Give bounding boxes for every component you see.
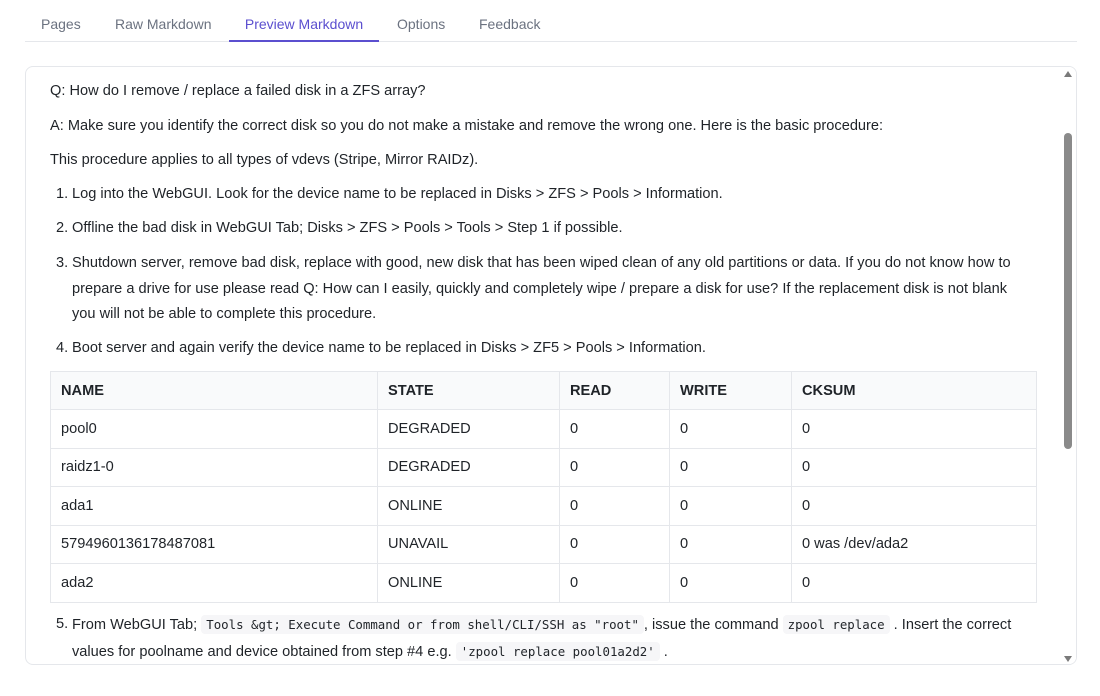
table-cell: 0 (559, 563, 670, 603)
list-number: 3. (56, 255, 69, 271)
table-cell: 0 (791, 409, 1037, 449)
table-cell: UNAVAIL (377, 524, 560, 564)
tab-feedback[interactable]: Feedback (479, 0, 540, 42)
table-cell: 0 (669, 524, 792, 564)
tab-bar: Pages Raw Markdown Preview Markdown Opti… (25, 0, 1077, 42)
list-number: 1. (56, 186, 69, 202)
step5-text-4: . (663, 643, 668, 660)
table-cell: 0 (669, 563, 792, 603)
column-header-cksum: CKSUM (791, 371, 1037, 410)
table-cell: 0 (669, 486, 792, 526)
tab-pages[interactable]: Pages (41, 0, 81, 42)
table-cell: 0 (791, 447, 1037, 487)
question-text: Q: How do I remove / replace a failed di… (50, 83, 426, 99)
list-number: 4. (56, 340, 69, 356)
column-header-state: STATE (377, 371, 560, 410)
table-row: ada1 ONLINE 0 0 0 (50, 486, 1037, 526)
table-header-row: NAME STATE READ WRITE CKSUM (50, 371, 1037, 410)
scroll-down-arrow-icon[interactable] (1064, 656, 1072, 662)
table-row: 5794960136178487081 UNAVAIL 0 0 0 was /d… (50, 524, 1037, 564)
table-cell: 0 (669, 409, 792, 449)
table-cell: ONLINE (377, 486, 560, 526)
table-cell: DEGRADED (377, 447, 560, 487)
table-cell: 0 (559, 409, 670, 449)
tab-preview-markdown[interactable]: Preview Markdown (229, 0, 379, 42)
table-row: pool0 DEGRADED 0 0 0 (50, 409, 1037, 449)
table-cell: ada2 (50, 563, 378, 603)
scrollbar-thumb[interactable] (1064, 133, 1072, 449)
list-text: From WebGUI Tab; Tools &gt; Execute Comm… (72, 612, 1026, 664)
table-row: ada2 ONLINE 0 0 0 (50, 563, 1037, 603)
table-cell: 0 (791, 486, 1037, 526)
column-header-read: READ (559, 371, 670, 410)
step5-text-2: , issue the command (643, 617, 779, 633)
table-cell: 5794960136178487081 (50, 524, 378, 564)
table-cell: raidz1-0 (50, 447, 378, 487)
table-cell: pool0 (50, 409, 378, 449)
scroll-up-arrow-icon[interactable] (1064, 71, 1072, 77)
table-cell: ada1 (50, 486, 378, 526)
table-cell: 0 (791, 563, 1037, 603)
list-number: 5. (56, 616, 69, 632)
applies-text: This procedure applies to all types of v… (50, 152, 479, 168)
inline-code: 'zpool replace pool01a2d2' (455, 641, 660, 661)
markdown-preview: Q: How do I remove / replace a failed di… (26, 67, 1062, 664)
vertical-scrollbar[interactable] (1060, 67, 1076, 664)
table-cell: 0 was /dev/ada2 (791, 524, 1037, 564)
table-cell: ONLINE (377, 563, 560, 603)
list-text: Offline the bad disk in WebGUI Tab; Disk… (72, 220, 623, 236)
column-header-name: NAME (50, 371, 378, 410)
table-cell: 0 (559, 524, 670, 564)
step5-text-1: From WebGUI Tab; (72, 617, 198, 633)
inline-code: Tools &gt; Execute Command or from shell… (201, 615, 644, 634)
answer-text: A: Make sure you identify the correct di… (50, 118, 884, 134)
list-number: 2. (56, 220, 69, 236)
preview-panel: Q: How do I remove / replace a failed di… (25, 66, 1077, 665)
table-row: raidz1-0 DEGRADED 0 0 0 (50, 447, 1037, 487)
table-cell: 0 (559, 486, 670, 526)
table-cell: DEGRADED (377, 409, 560, 449)
list-text: Log into the WebGUI. Look for the device… (72, 186, 723, 202)
list-text: Shutdown server, remove bad disk, replac… (72, 255, 1011, 322)
table-cell: 0 (559, 447, 670, 487)
column-header-write: WRITE (669, 371, 792, 410)
inline-code: zpool replace (782, 615, 890, 634)
list-text: Boot server and again verify the device … (72, 340, 706, 356)
tab-options[interactable]: Options (397, 0, 445, 42)
zpool-status-table: NAME STATE READ WRITE CKSUM pool0 DEGRAD… (50, 371, 1037, 603)
table-cell: 0 (669, 447, 792, 487)
tab-raw-markdown[interactable]: Raw Markdown (115, 0, 211, 42)
